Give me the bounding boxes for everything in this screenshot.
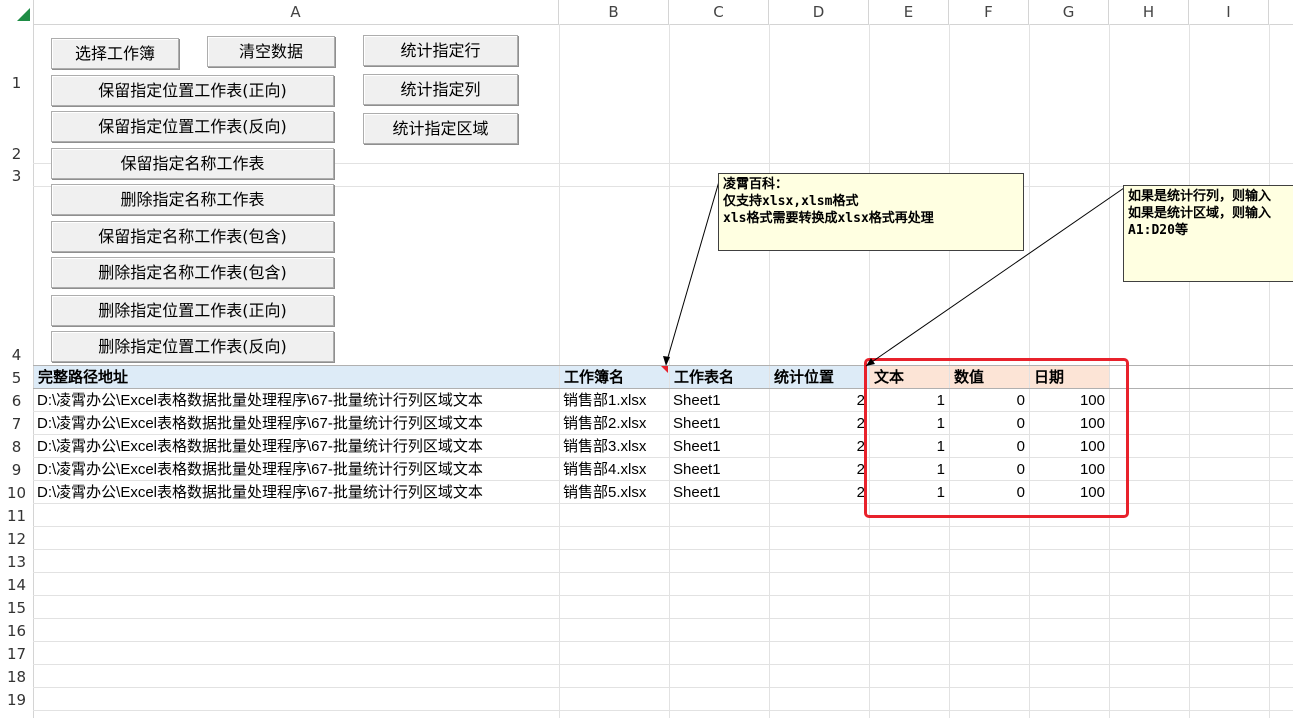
comment-arrows xyxy=(663,177,1125,367)
comment-note-format[interactable]: 凌霄百科： 仅支持xlsx,xlsm格式 xls格式需要转换成xlsx格式再处理 xyxy=(718,173,1024,251)
comment-note-input[interactable]: 如果是统计行列，则输入 如果是统计区域，则输入 A1:D20等 xyxy=(1123,185,1293,282)
